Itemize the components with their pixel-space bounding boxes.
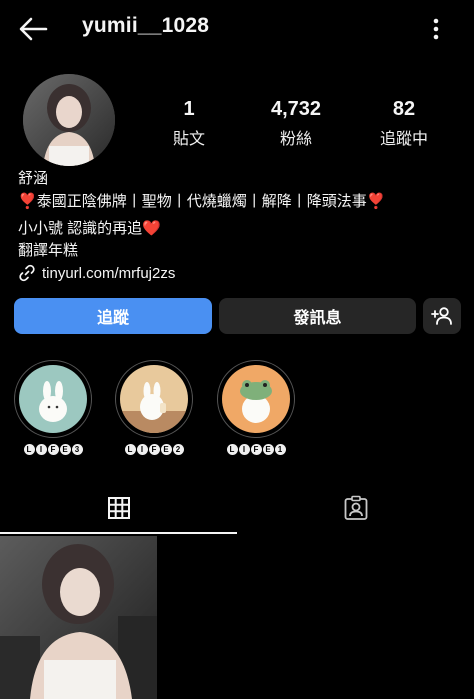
back-button[interactable] [18, 16, 48, 42]
highlight-label: L I F E 3 [13, 444, 93, 455]
highlight-label-char: L [124, 444, 136, 455]
highlight-label-char: L [226, 444, 238, 455]
tagged-person-icon [344, 495, 367, 520]
following-stat[interactable]: 82 追蹤中 [359, 98, 449, 149]
follow-button[interactable]: 追蹤 [14, 298, 212, 334]
more-options-button[interactable] [427, 16, 445, 42]
highlight-label-char: I [238, 444, 250, 455]
grid-icon [107, 497, 130, 519]
highlight-ring [115, 360, 193, 438]
heart-exclamation-icon: ❣️ [18, 193, 37, 210]
followers-count: 4,732 [270, 98, 322, 120]
tab-tagged[interactable] [237, 484, 474, 532]
suggest-users-button[interactable] [423, 298, 461, 334]
person-plus-icon [431, 307, 452, 325]
posts-count: 1 [183, 98, 195, 120]
tab-posts-grid[interactable] [0, 484, 237, 532]
bio-link-text: tinyurl.com/mrfuj2zs [42, 264, 176, 282]
highlight-label-char: I [136, 444, 148, 455]
heart-exclamation-icon: ❣️ [366, 193, 386, 210]
highlight-cover [19, 365, 87, 433]
posts-label: 貼文 [172, 131, 205, 148]
followers-label: 粉絲 [279, 131, 312, 148]
profile-avatar[interactable] [23, 74, 115, 166]
highlight-label-char: E [59, 444, 71, 455]
bio-link[interactable]: tinyurl.com/mrfuj2zs [18, 264, 175, 282]
highlight-label-char: F [250, 444, 262, 455]
link-icon [19, 264, 35, 282]
bio-line-3: 翻譯年糕 [18, 242, 79, 259]
following-count: 82 [392, 98, 416, 120]
highlight-label-char: E [160, 444, 172, 455]
highlight-cover [120, 365, 188, 433]
bio-line-1-text: 泰國正陰佛牌丨聖物丨代燒蠟燭丨解降丨降頭法事 [36, 193, 367, 210]
highlight-label-char: E [262, 444, 274, 455]
highlight-cover [222, 365, 290, 433]
highlight-life-1[interactable]: L I F E 1 [216, 360, 296, 455]
highlight-ring [14, 360, 92, 438]
arrow-left-icon [19, 17, 48, 41]
highlight-label-char: 3 [71, 444, 83, 455]
post-thumbnail[interactable] [0, 536, 157, 699]
highlight-label: L I F E 2 [114, 444, 194, 455]
message-button[interactable]: 發訊息 [219, 298, 416, 334]
following-label: 追蹤中 [379, 131, 428, 148]
highlight-label: L I F E 1 [216, 444, 296, 455]
highlight-ring [217, 360, 295, 438]
highlight-life-3[interactable]: L I F E 3 [13, 360, 93, 455]
bio-line-1: ❣️泰國正陰佛牌丨聖物丨代燒蠟燭丨解降丨降頭法事❣️ [18, 191, 385, 213]
highlight-label-char: L [23, 444, 35, 455]
bio-line-2: 小小號 認識的再追❤️ [18, 218, 161, 240]
followers-stat[interactable]: 4,732 粉絲 [251, 98, 341, 149]
highlight-label-char: 2 [172, 444, 184, 455]
highlight-life-2[interactable]: L I F E 2 [114, 360, 194, 455]
more-vertical-icon [433, 18, 439, 40]
posts-stat[interactable]: 1 貼文 [144, 98, 234, 149]
profile-username: yumii__1028 [82, 14, 210, 37]
highlight-label-char: 1 [274, 444, 286, 455]
active-tab-indicator [0, 532, 237, 534]
red-heart-icon: ❤️ [142, 220, 161, 237]
bio-line-2-text: 小小號 認識的再追 [18, 220, 143, 237]
highlight-label-char: F [47, 444, 59, 455]
profile-name: 舒涵 [18, 170, 49, 187]
highlight-label-char: F [148, 444, 160, 455]
highlight-label-char: I [35, 444, 47, 455]
